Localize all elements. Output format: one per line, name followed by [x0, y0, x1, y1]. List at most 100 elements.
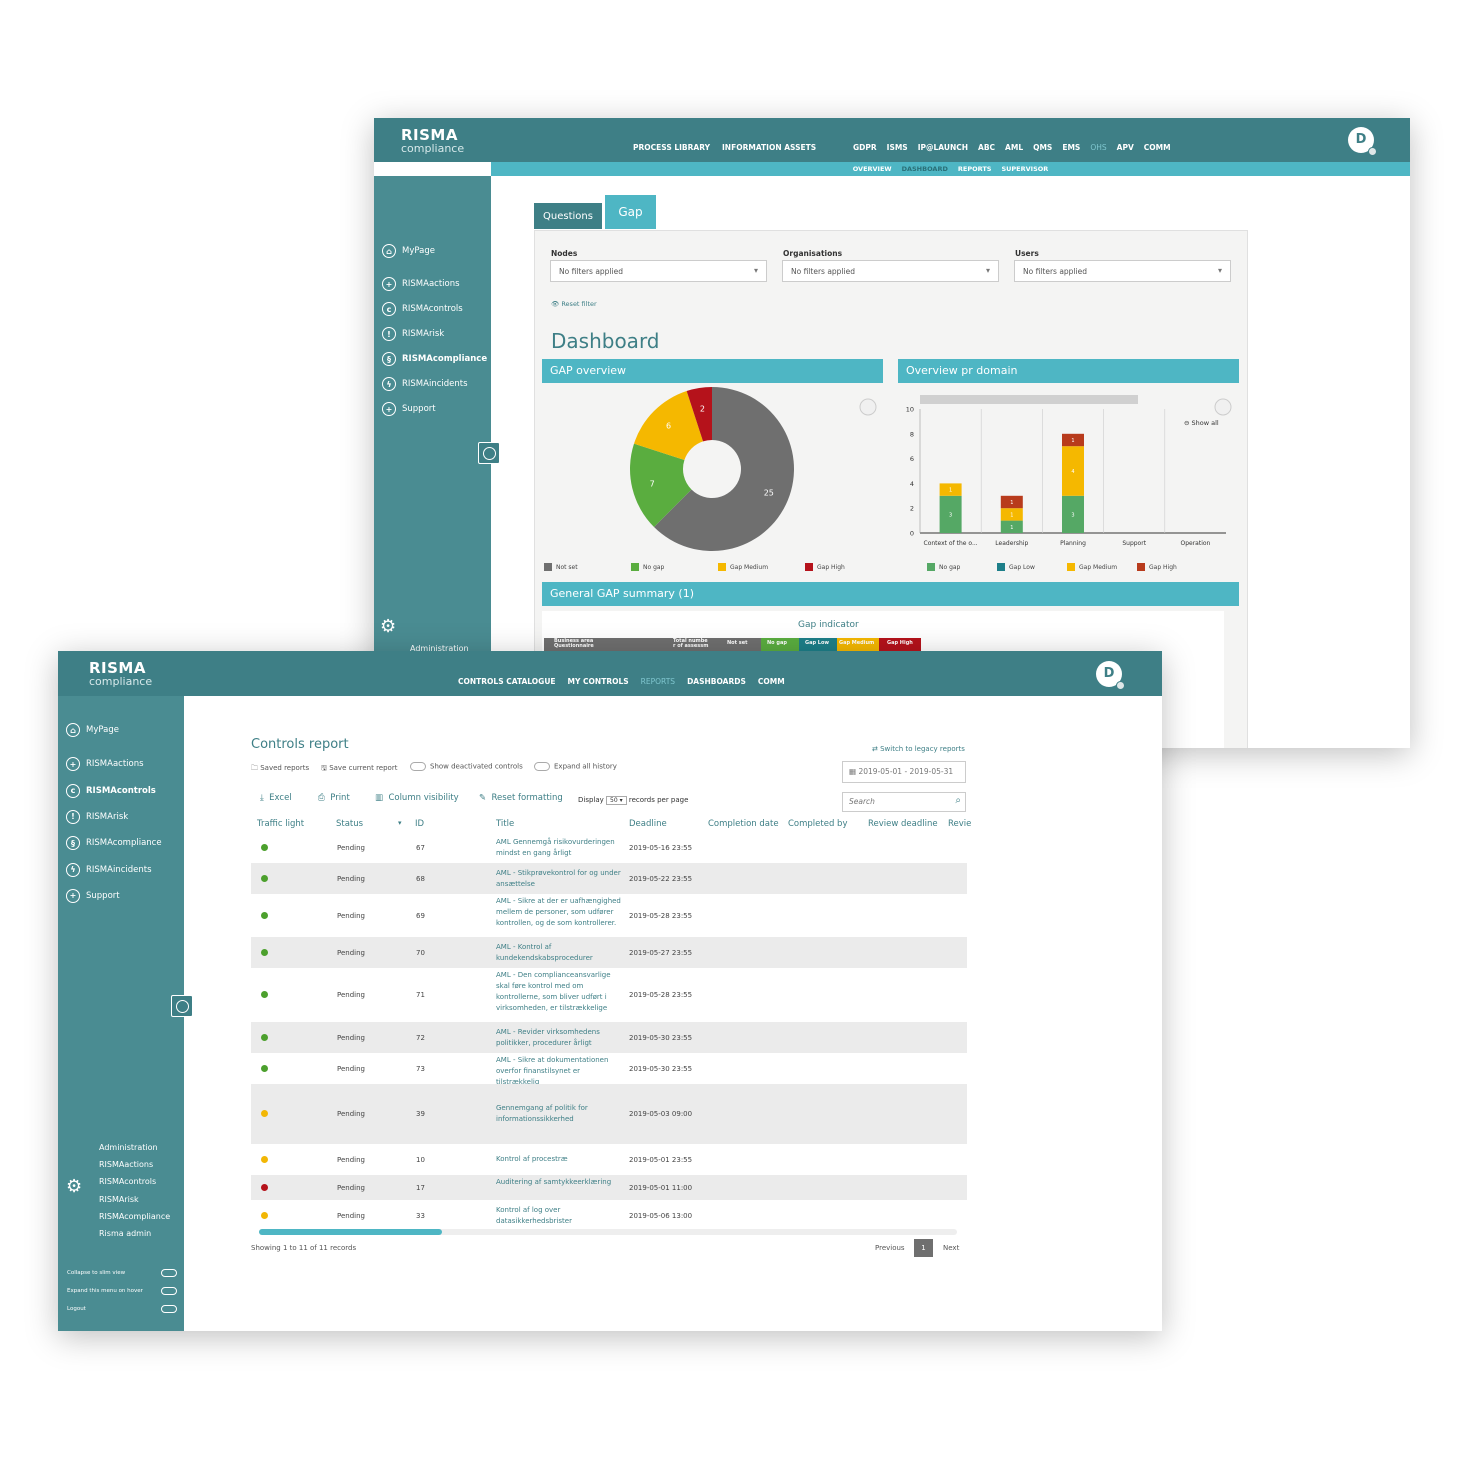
excel-export-button[interactable]: ⤓ Excel: [260, 793, 292, 803]
previous-page-button[interactable]: Previous: [875, 1244, 905, 1252]
tab-questions[interactable]: Questions: [534, 203, 602, 229]
nav-my-controls[interactable]: MY CONTROLS: [568, 677, 629, 686]
sidebar-item-rismacontrols[interactable]: c RISMAcontrols: [382, 302, 463, 316]
records-per-page-select[interactable]: 50 ▾: [606, 796, 627, 805]
table-row[interactable]: Pending 69 AML - Sikre at der er uafhængig…: [251, 894, 967, 937]
table-row[interactable]: Pending 68 AML - Stikprøvekontrol for og u…: [251, 863, 967, 894]
sidebar-item-rismaincidents[interactable]: ϟ RISMAincidents: [382, 377, 468, 391]
title-link[interactable]: Gennemgang af politik for informationssi…: [496, 1103, 624, 1125]
sidebar-item-support[interactable]: + Support: [66, 888, 120, 903]
legend-item-no-gap[interactable]: No gap: [631, 563, 664, 571]
admin-menu-rismacompliance[interactable]: RISMAcompliance: [99, 1212, 170, 1221]
search-icon[interactable]: ⌕: [955, 795, 961, 806]
legend-item-no-gap[interactable]: No gap: [927, 563, 960, 571]
search-input[interactable]: Search ⌕: [842, 792, 966, 812]
nav-information-assets[interactable]: INFORMATION ASSETS: [722, 143, 816, 152]
collapse-sidebar-button[interactable]: [171, 995, 193, 1017]
tab-gap[interactable]: Gap: [605, 195, 656, 229]
title-link[interactable]: AML - Sikre at der er uafhængighed melle…: [496, 896, 624, 929]
legend-item-gap-high[interactable]: Gap High: [805, 563, 845, 571]
table-row[interactable]: Pending 71 AML - Den complianceansvarlige …: [251, 968, 967, 1022]
switch-legacy-link[interactable]: ⇄ Switch to legacy reports: [872, 745, 965, 753]
collapse-sidebar-button[interactable]: [478, 442, 500, 464]
table-row[interactable]: Pending 70 AML - Kontrol af kundekendskabs…: [251, 937, 967, 968]
table-row[interactable]: Pending 73 AML - Sikre at dokumentationen …: [251, 1053, 967, 1086]
sidebar-item-rismacompliance[interactable]: § RISMAcompliance: [382, 352, 487, 366]
column-header-revie[interactable]: Revie: [948, 819, 971, 829]
nav-comm[interactable]: COMM: [758, 677, 785, 686]
subnav-reports[interactable]: REPORTS: [958, 165, 992, 173]
column-header-status[interactable]: Status: [336, 819, 363, 829]
nav-process-library[interactable]: PROCESS LIBRARY: [633, 143, 710, 152]
nav-isms[interactable]: ISMS: [887, 143, 908, 152]
title-link[interactable]: Auditering af samtykkeerklæring: [496, 1177, 624, 1188]
show-all-button[interactable]: ⊖ Show all: [1184, 419, 1219, 427]
horizontal-scrollbar[interactable]: [259, 1229, 957, 1235]
column-header-review-deadline[interactable]: Review deadline: [868, 819, 938, 829]
title-link[interactable]: Kontrol af procestræ: [496, 1154, 624, 1165]
admin-menu-risma-admin[interactable]: Risma admin: [99, 1229, 151, 1238]
nav-ohs[interactable]: OHS: [1090, 143, 1106, 152]
sidebar-item-rismaactions[interactable]: + RISMAactions: [66, 757, 144, 772]
legend-item-gap-high[interactable]: Gap High: [1137, 563, 1177, 571]
user-avatar[interactable]: D: [1096, 661, 1125, 690]
date-range-picker[interactable]: ▦ 2019-05-01 - 2019-05-31: [842, 761, 966, 783]
next-page-button[interactable]: Next: [943, 1244, 959, 1252]
admin-menu-administration[interactable]: Administration: [99, 1143, 158, 1152]
subnav-supervisor[interactable]: SUPERVISOR: [1001, 165, 1048, 173]
title-link[interactable]: AML Gennemgå risikovurderingen mindst en…: [496, 837, 624, 859]
table-row[interactable]: Pending 67 AML Gennemgå risikovurderingen …: [251, 832, 967, 863]
legend-item-gap-low[interactable]: Gap Low: [997, 563, 1035, 571]
legend-item-not-set[interactable]: Not set: [544, 563, 578, 571]
sidebar-option-collapse-to-slim-view[interactable]: Collapse to slim view: [67, 1269, 177, 1277]
nav-comm[interactable]: COMM: [1144, 143, 1171, 152]
nav-dashboards[interactable]: DASHBOARDS: [687, 677, 746, 686]
zoom-scrollbar[interactable]: [920, 395, 1138, 404]
risma-logo[interactable]: RISMA compliance: [89, 661, 152, 688]
risma-logo[interactable]: RISMA compliance: [401, 128, 464, 155]
sidebar-item-rismacompliance[interactable]: § RISMAcompliance: [66, 836, 162, 851]
table-row[interactable]: Pending 33 Kontrol af log over datasikkerh…: [251, 1200, 967, 1231]
subnav-overview[interactable]: OVERVIEW: [853, 165, 892, 173]
title-link[interactable]: AML - Den complianceansvarlige skal føre…: [496, 970, 624, 1014]
saved-reports-button[interactable]: 🗀 Saved reports: [251, 764, 309, 775]
nav-gdpr[interactable]: GDPR: [853, 143, 877, 152]
column-visibility-button[interactable]: ▥ Column visibility: [375, 793, 459, 803]
nav-ip-launch[interactable]: IP@LAUNCH: [918, 143, 968, 152]
title-link[interactable]: AML - Revider virksomhedens politikker, …: [496, 1027, 624, 1049]
print-button[interactable]: ⎙ Print: [318, 793, 350, 803]
save-current-report-button[interactable]: 🖫 Save current report: [321, 764, 397, 775]
sidebar-item-rismaactions[interactable]: + RISMAactions: [382, 277, 460, 291]
download-chart-icon[interactable]: [1214, 398, 1232, 416]
user-avatar[interactable]: D: [1348, 127, 1377, 156]
nav-aml[interactable]: AML: [1005, 143, 1023, 152]
title-link[interactable]: Kontrol af log over datasikkerhedsbriste…: [496, 1205, 624, 1227]
column-header-title[interactable]: Title: [496, 819, 514, 829]
gear-icon[interactable]: ⚙: [380, 616, 396, 637]
admin-menu-rismarisk[interactable]: RISMArisk: [99, 1195, 139, 1204]
sidebar-item-mypage[interactable]: ⌂ MyPage: [382, 244, 435, 258]
legend-item-gap-medium[interactable]: Gap Medium: [718, 563, 768, 571]
sidebar-option-logout[interactable]: Logout: [67, 1305, 177, 1313]
sidebar-option-expand-this-menu-on-hover[interactable]: Expand this menu on hover: [67, 1287, 177, 1295]
sidebar-item-rismacontrols[interactable]: c RISMAcontrols: [66, 783, 156, 798]
sort-desc-icon[interactable]: ▾: [398, 819, 402, 827]
nodes-select[interactable]: No filters applied: [550, 260, 767, 282]
admin-menu-rismaactions[interactable]: RISMAactions: [99, 1160, 153, 1169]
nav-qms[interactable]: QMS: [1033, 143, 1052, 152]
admin-menu-rismacontrols[interactable]: RISMAcontrols: [99, 1177, 156, 1186]
column-header-deadline[interactable]: Deadline: [629, 819, 667, 829]
column-header-traffic-light[interactable]: Traffic light: [257, 819, 304, 829]
column-header-completed-by[interactable]: Completed by: [788, 819, 848, 829]
table-row[interactable]: Pending 17 Auditering af samtykkeerklæring…: [251, 1175, 967, 1200]
sidebar-item-rismarisk[interactable]: ! RISMArisk: [382, 327, 444, 341]
users-select[interactable]: No filters applied: [1014, 260, 1231, 282]
sidebar-item-rismaincidents[interactable]: ϟ RISMAincidents: [66, 862, 152, 877]
page-1-button[interactable]: 1: [914, 1239, 933, 1257]
subnav-dashboard[interactable]: DASHBOARD: [902, 165, 948, 173]
organisations-select[interactable]: No filters applied: [782, 260, 999, 282]
table-row[interactable]: Pending 10 Kontrol af procestræ 2019-05-01 …: [251, 1144, 967, 1175]
table-row[interactable]: Pending 72 AML - Revider virksomhedens pol…: [251, 1022, 967, 1053]
sidebar-item-support[interactable]: + Support: [382, 402, 436, 416]
download-chart-icon[interactable]: [859, 398, 877, 416]
